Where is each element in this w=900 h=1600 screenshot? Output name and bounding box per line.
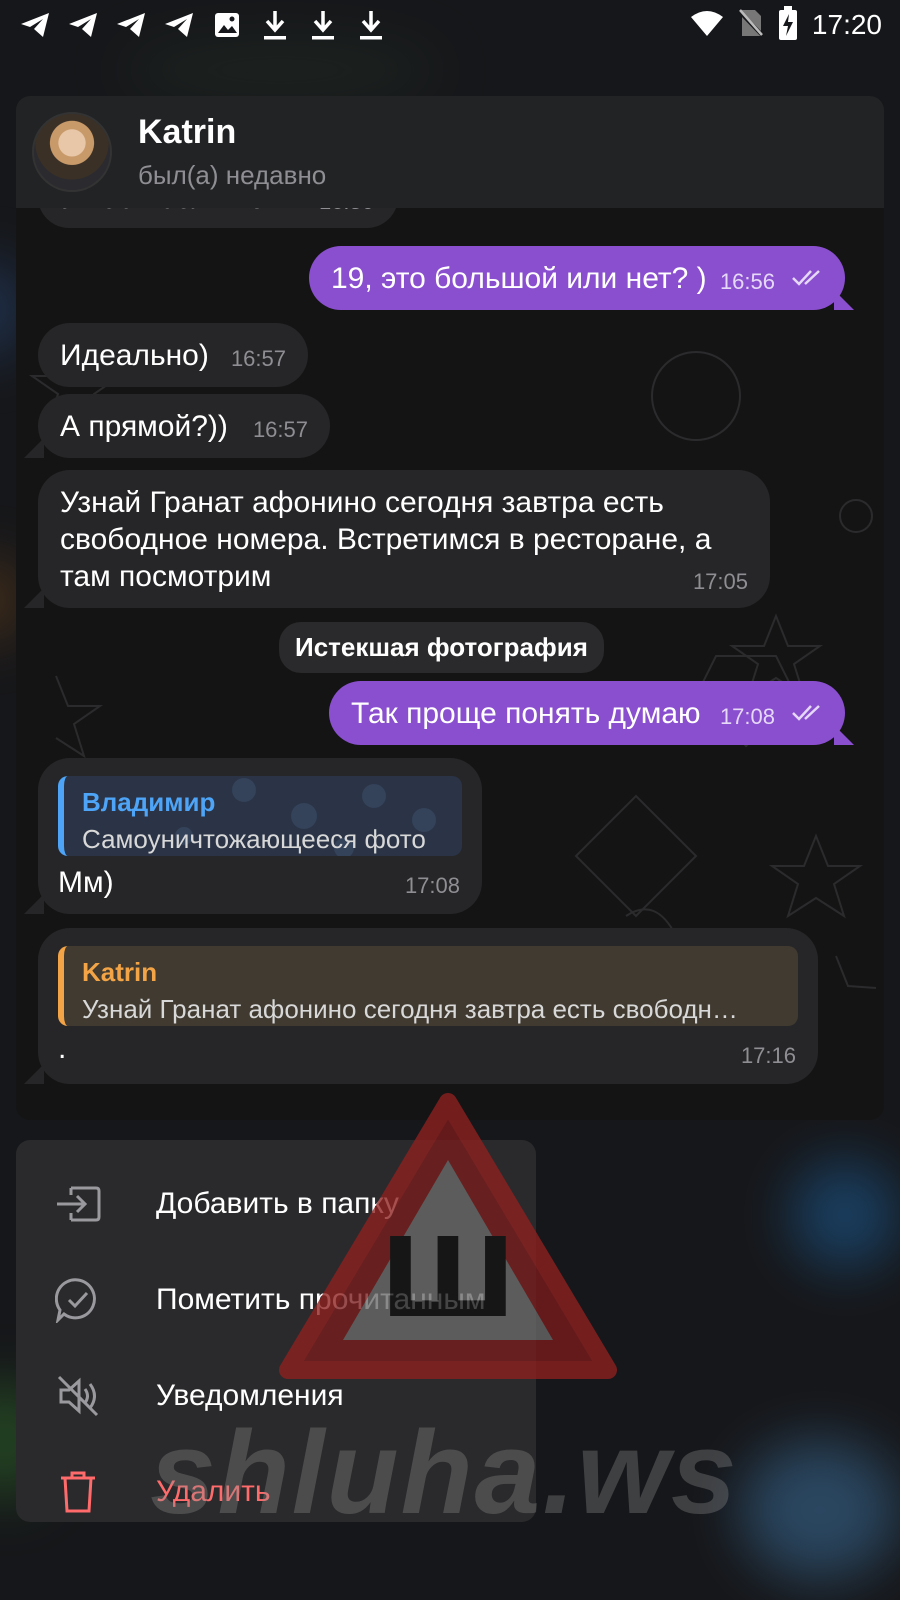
message-time: 16:57: [230, 346, 286, 371]
bubble-tail: [24, 438, 44, 458]
trash-icon: [54, 1468, 102, 1516]
message-incoming-reply[interactable]: Владимир Самоуничтожающееся фото Мм) 17:…: [38, 758, 482, 914]
chat-status: был(а) недавно: [138, 160, 327, 190]
chat-preview-card[interactable]: У тебя большой? 16:50 19, это большой ил…: [16, 96, 884, 1120]
message-time: 16:56: [719, 269, 775, 294]
message-time: 17:16: [740, 1043, 796, 1068]
message-time: 16:57: [252, 417, 308, 442]
message-text: Узнай Гранат афонино сегодня завтра есть…: [60, 486, 712, 593]
reply-preview-text: Самоуничтожающееся фото: [82, 824, 426, 854]
download-icon: [258, 8, 292, 42]
folder-add-icon: [54, 1180, 102, 1228]
mark-read-icon: [54, 1276, 102, 1324]
message-list[interactable]: У тебя большой? 16:50 19, это большой ил…: [16, 96, 884, 1120]
telegram-icon: [114, 8, 148, 42]
telegram-icon: [66, 8, 100, 42]
telegram-icon: [162, 8, 196, 42]
message-incoming-reply[interactable]: Katrin Узнай Гранат афонино сегодня завт…: [38, 928, 818, 1084]
message-time: 17:05: [692, 569, 748, 594]
status-bar: 17:20: [0, 0, 900, 50]
reply-sender-name: Владимир: [82, 787, 216, 817]
download-icon: [306, 8, 340, 42]
chat-header[interactable]: Katrin был(а) недавно: [16, 96, 884, 208]
double-check-icon: [791, 694, 825, 731]
no-sim-icon: [737, 8, 765, 43]
watermark-sign-icon: Ш: [279, 1093, 617, 1379]
message-time: 17:08: [404, 873, 460, 898]
watermark-sign-letter: Ш: [380, 1214, 516, 1342]
message-outgoing[interactable]: Так проще понять думаю 17:08: [329, 681, 845, 745]
message-text: Мм): [58, 866, 114, 899]
reply-quote[interactable]: Katrin Узнай Гранат афонино сегодня завт…: [58, 946, 798, 1026]
service-message: Истекшая фотография: [279, 622, 604, 673]
message-text: .: [58, 1032, 67, 1065]
message-text: А прямой?)): [60, 410, 228, 443]
message-text: 19, это большой или нет? ): [331, 262, 707, 295]
bubble-tail: [834, 725, 854, 745]
message-text: Идеально): [60, 339, 209, 372]
message-incoming[interactable]: Узнай Гранат афонино сегодня завтра есть…: [38, 470, 770, 608]
bubble-tail: [24, 1064, 44, 1084]
message-time: 17:08: [719, 704, 775, 729]
avatar[interactable]: [32, 112, 112, 192]
bubble-tail: [24, 894, 44, 914]
bubble-tail: [24, 588, 44, 608]
double-check-icon: [791, 259, 825, 296]
chat-title: Katrin: [138, 113, 237, 151]
image-icon: [210, 8, 244, 42]
reply-sender-name: Katrin: [82, 957, 158, 987]
reply-quote[interactable]: Владимир Самоуничтожающееся фото: [58, 776, 462, 856]
reply-preview-text: Узнай Гранат афонино сегодня завтра есть…: [82, 994, 738, 1024]
message-incoming[interactable]: Идеально) 16:57: [38, 323, 308, 387]
telegram-icon: [18, 8, 52, 42]
message-incoming[interactable]: А прямой?)) 16:57: [38, 394, 330, 458]
download-icon: [354, 8, 388, 42]
battery-charging-icon: [778, 5, 798, 45]
message-text: Так проще понять думаю: [351, 697, 701, 730]
watermark-text: shluha.ws: [150, 1407, 739, 1539]
mute-icon: [54, 1372, 102, 1420]
message-outgoing[interactable]: 19, это большой или нет? ) 16:56: [309, 246, 845, 310]
wifi-icon: [690, 9, 724, 42]
bubble-tail: [834, 290, 854, 310]
status-time: 17:20: [811, 9, 882, 40]
